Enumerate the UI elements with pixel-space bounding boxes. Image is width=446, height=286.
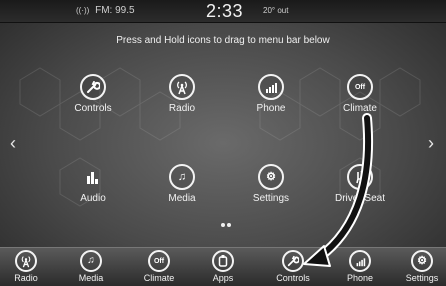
menubar-item-label: Settings xyxy=(405,273,439,283)
menubar-item-label: Climate xyxy=(143,273,175,283)
grid-item-radio[interactable]: Radio xyxy=(147,74,217,114)
menubar-item-radio[interactable]: Radio xyxy=(0,250,52,283)
radio-tower-icon: ((·)) xyxy=(76,6,90,15)
page-dot xyxy=(221,223,225,227)
clock: 2:33 xyxy=(206,1,244,21)
menubar-item-media[interactable]: ♫ Media xyxy=(65,250,117,283)
grid-item-controls[interactable]: Controls xyxy=(58,74,128,114)
radio-station-text: FM: 99.5 xyxy=(95,5,135,16)
grid-item-audio[interactable]: Audio xyxy=(58,164,128,204)
grid-item-label: Audio xyxy=(80,193,106,204)
uconnect-screen: ((·)) FM: 99.5 2:33 20° out Press and Ho… xyxy=(0,0,446,286)
music-note-icon: ♫ xyxy=(80,250,102,272)
menubar-item-label: Phone xyxy=(346,273,374,283)
grid-item-label: Settings xyxy=(252,193,290,204)
menubar-item-apps[interactable]: Apps xyxy=(197,250,249,283)
page-indicator xyxy=(220,214,232,232)
grid-item-label: Media xyxy=(168,193,196,204)
grid-item-label: Controls xyxy=(74,103,112,114)
grid-item-label: Driver Seat xyxy=(334,193,385,204)
menubar-item-phone[interactable]: Phone xyxy=(334,250,386,283)
status-bar: ((·)) FM: 99.5 2:33 20° out xyxy=(0,0,446,23)
instruction-text: Press and Hold icons to drag to menu bar… xyxy=(116,35,330,46)
phone-signal-icon xyxy=(349,250,371,272)
apps-icon xyxy=(212,250,234,272)
radio-tower-icon xyxy=(15,250,37,272)
music-note-icon: ♫ xyxy=(169,164,195,190)
grid-item-settings[interactable]: ⚙ Settings xyxy=(236,164,306,204)
grid-item-label: Climate xyxy=(343,103,377,114)
gear-icon: ⚙ xyxy=(258,164,284,190)
grid-item-phone[interactable]: Phone xyxy=(236,74,306,114)
menubar-item-settings[interactable]: ⚙ Settings xyxy=(396,250,446,283)
page-dot xyxy=(227,223,231,227)
menu-bar: Radio ♫ Media Off Climate Apps Controls xyxy=(0,247,446,286)
wrench-icon xyxy=(80,74,106,100)
menubar-item-label: Media xyxy=(78,273,104,283)
menubar-item-climate[interactable]: Off Climate xyxy=(133,250,185,283)
grid-item-media[interactable]: ♫ Media xyxy=(147,164,217,204)
radio-status[interactable]: ((·)) FM: 99.5 xyxy=(76,5,135,16)
climate-off-icon: Off xyxy=(347,74,373,100)
phone-signal-icon xyxy=(258,74,284,100)
menubar-item-controls[interactable]: Controls xyxy=(267,250,319,283)
next-page-arrow[interactable]: › xyxy=(428,133,434,154)
menubar-item-label: Radio xyxy=(14,273,38,283)
grid-item-label: Phone xyxy=(256,103,286,114)
equalizer-icon xyxy=(80,164,106,190)
wrench-icon xyxy=(282,250,304,272)
menubar-item-label: Apps xyxy=(212,273,234,283)
previous-page-arrow[interactable]: ‹ xyxy=(10,133,16,154)
grid-item-label: Radio xyxy=(168,103,196,114)
climate-off-icon: Off xyxy=(148,250,170,272)
grid-item-climate[interactable]: Off Climate xyxy=(325,74,395,114)
menubar-item-label: Controls xyxy=(276,273,310,283)
grid-item-driver-seat[interactable]: Driver Seat xyxy=(325,164,395,204)
heated-seat-icon xyxy=(347,164,373,190)
gear-icon: ⚙ xyxy=(411,250,433,272)
radio-tower-icon xyxy=(169,74,195,100)
outside-temperature: 20° out xyxy=(263,6,289,15)
